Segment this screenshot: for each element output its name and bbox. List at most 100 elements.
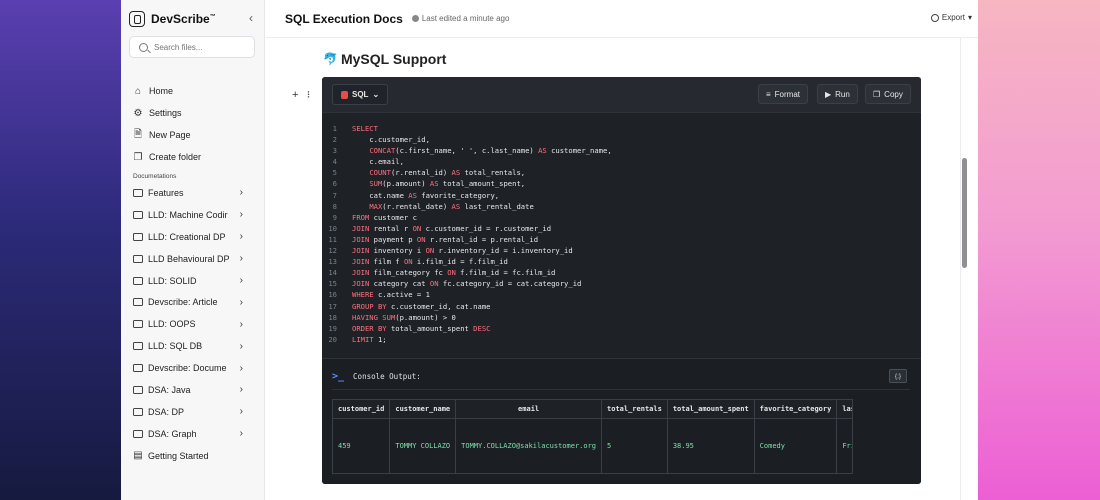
code-line: 12 JOIN inventory i ON r.inventory_id = i… (322, 245, 921, 256)
table-cell: TOMMY.COLLAZO@sakilacustomer.org (455, 418, 603, 474)
code-line: 14 JOIN film_category fc ON f.film_id = f… (322, 267, 921, 278)
line-number: 17 (328, 301, 337, 311)
chevron-right-icon[interactable]: › (240, 275, 243, 286)
copy-button[interactable]: ❐ Copy (865, 84, 911, 104)
book-icon: ▤ (133, 450, 143, 462)
language-select[interactable]: SQL ⌄ (332, 84, 389, 105)
sidebar-item-lld-oops[interactable]: LLD: OOPS › (133, 313, 261, 335)
add-block-icon[interactable]: + (292, 89, 298, 101)
nav-home[interactable]: ⌂ Home (133, 80, 261, 102)
line-number: 12 (328, 246, 337, 256)
folder-icon (133, 188, 143, 197)
nav-settings[interactable]: ⚙ Settings (133, 102, 261, 124)
sidebar-item-dsa-dp[interactable]: DSA: DP › (133, 401, 261, 423)
home-icon: ⌂ (134, 85, 142, 97)
sidebar-item-devscribe-docs[interactable]: Devscribe: Docume › (133, 357, 261, 379)
code-text: ORDER BY total_amount_spent DESC (352, 323, 491, 333)
sidebar-item-getting-started[interactable]: ▤ Getting Started (133, 445, 261, 467)
scrollbar-thumb[interactable] (962, 158, 967, 268)
chevron-right-icon[interactable]: › (240, 187, 243, 198)
keyword-token: DESC (473, 323, 491, 333)
code-editor[interactable]: 1 SELECT 2 c.customer_id, 3 CONCAT(c.first_… (322, 113, 921, 358)
code-line: 1 SELECT (322, 123, 921, 134)
clock-icon (411, 15, 419, 22)
table-cell: Fri 11: GMT Sta (836, 418, 854, 474)
code-line: 18 HAVING SUM(p.amount) > 0 (322, 312, 921, 323)
column-header: customer_id (331, 399, 391, 419)
folder-icon (133, 320, 143, 329)
search-box[interactable] (129, 36, 255, 58)
chevron-right-icon[interactable]: › (240, 341, 243, 352)
chevron-right-icon[interactable]: › (240, 363, 243, 374)
keyword-token: SUM (382, 312, 396, 322)
new-page-icon: 🗎 (133, 128, 143, 140)
sidebar-item-dsa-graph[interactable]: DSA: Graph › (133, 423, 261, 445)
sidebar-item-lld-sql-db[interactable]: LLD: SQL DB › (133, 335, 261, 357)
keyword-token: FROM (352, 212, 370, 222)
nav-create-folder[interactable]: ❐ Create folder (133, 146, 261, 168)
json-view-button[interactable]: {;} (889, 369, 907, 383)
chevron-right-icon[interactable]: › (240, 253, 243, 264)
keyword-token: MAX (369, 201, 383, 211)
format-button[interactable]: ≡ Format (758, 84, 809, 104)
sidebar-item-lld-solid[interactable]: LLD: SOLID › (133, 270, 261, 292)
code-text: FROM customer c (352, 212, 417, 222)
code-line: 15 JOIN category cat ON fc.category_id = … (322, 278, 921, 289)
sidebar: DevScribe™ ‹ ⌂ Home ⚙ Settings 🗎 New Pag… (121, 0, 265, 500)
chevron-right-icon[interactable]: › (240, 384, 243, 395)
scrollbar[interactable] (960, 38, 968, 500)
chevron-right-icon[interactable]: › (240, 319, 243, 330)
code-line: 7 cat.name AS favorite_category, (322, 190, 921, 201)
code-text: JOIN rental r ON c.customer_id = r.custo… (352, 223, 552, 233)
code-text: SUM(p.amount) AS total_amount_spent, (369, 179, 526, 189)
background-left (0, 0, 121, 500)
folder-icon (133, 276, 143, 285)
line-number: 9 (332, 212, 337, 222)
create-folder-icon: ❐ (133, 151, 143, 163)
sidebar-item-features[interactable]: Features › (133, 182, 261, 204)
run-button[interactable]: ▶ Run (817, 84, 858, 104)
keyword-token: JOIN (352, 223, 370, 233)
line-number: 19 (328, 323, 337, 333)
chevron-right-icon[interactable]: › (240, 209, 243, 220)
brand-name: DevScribe™ (151, 12, 216, 26)
chevron-right-icon[interactable]: › (240, 231, 243, 242)
main-nav: ⌂ Home ⚙ Settings 🗎 New Page ❐ Create fo… (133, 80, 261, 168)
app-window: DevScribe™ ‹ ⌂ Home ⚙ Settings 🗎 New Pag… (121, 0, 978, 500)
sidebar-item-dsa-java[interactable]: DSA: Java › (133, 379, 261, 401)
code-text: JOIN film f ON i.film_id = f.film_id (352, 257, 508, 267)
table-cell: Comedy (753, 418, 838, 474)
search-input[interactable] (154, 42, 244, 52)
export-button[interactable]: Export ▾ (930, 13, 972, 22)
keyword-token: GROUP BY (352, 301, 387, 311)
block-tools: + ⠇ (292, 89, 313, 101)
console-output: >_ Console Output: {;} customer_id custo… (322, 358, 921, 484)
sidebar-item-lld-machine-coding[interactable]: LLD: Machine Codir › (133, 204, 261, 226)
folder-icon (133, 232, 143, 241)
keyword-token: ON (412, 223, 422, 233)
result-table: customer_id customer_name email total_re… (331, 399, 854, 474)
drag-handle-icon[interactable]: ⠇ (306, 89, 313, 101)
devscribe-logo-icon (129, 11, 145, 27)
code-text: JOIN inventory i ON r.inventory_id = i.i… (352, 246, 573, 256)
section-label: Documetations (133, 173, 177, 180)
keyword-token: HAVING (352, 312, 378, 322)
sidebar-item-lld-behavioural-dp[interactable]: LLD Behavioural DP › (133, 248, 261, 270)
line-number: 20 (328, 334, 337, 344)
keyword-token: COUNT (369, 168, 391, 178)
code-text: SELECT (342, 123, 378, 134)
chevron-right-icon[interactable]: › (240, 297, 243, 308)
chevron-right-icon[interactable]: › (240, 428, 243, 439)
sidebar-item-lld-creational-dp[interactable]: LLD: Creational DP › (133, 226, 261, 248)
line-number: 4 (332, 157, 337, 167)
keyword-token: ON (425, 246, 435, 256)
nav-new-page[interactable]: 🗎 New Page (133, 124, 261, 146)
code-line: 5 COUNT(r.rental_id) AS total_rentals, (322, 167, 921, 178)
sidebar-item-devscribe-article[interactable]: Devscribe: Article › (133, 291, 261, 313)
table-cell: TOMMY COLLAZO (389, 418, 457, 474)
code-text: cat.name AS favorite_category, (352, 190, 500, 200)
code-line: 2 c.customer_id, (322, 134, 921, 145)
collapse-sidebar-icon[interactable]: ‹ (249, 11, 253, 25)
chevron-right-icon[interactable]: › (240, 406, 243, 417)
editor-content: 🐬 MySQL Support + ⠇ SQL ⌄ ≡ Format ▶ Run… (266, 38, 978, 500)
